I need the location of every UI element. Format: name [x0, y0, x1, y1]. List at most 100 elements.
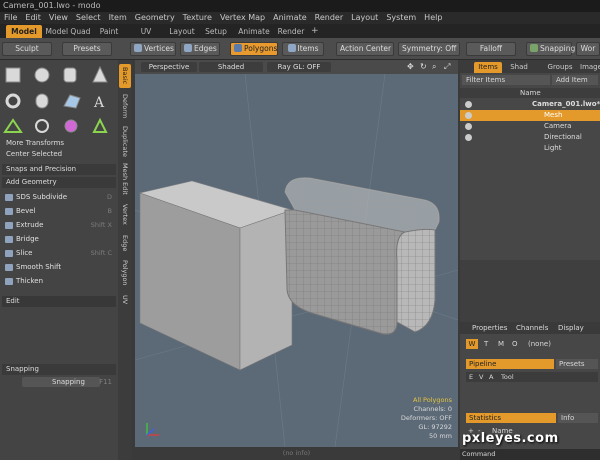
vtab-edge[interactable]: Edge: [119, 232, 131, 254]
snapping-button[interactable]: Snapping: [22, 377, 100, 387]
workplane-button[interactable]: Wor: [576, 42, 600, 56]
t-button[interactable]: T: [484, 339, 488, 349]
info-tab[interactable]: Info: [558, 413, 598, 423]
sculpt-button[interactable]: Sculpt: [2, 42, 52, 56]
filter-items-dropdown[interactable]: Filter Items: [462, 75, 550, 85]
tab-shader[interactable]: Shad: [506, 62, 532, 73]
tool-bridge[interactable]: Bridge: [2, 233, 116, 246]
tab-items[interactable]: Items: [474, 62, 502, 73]
items-mode-button[interactable]: Items: [282, 42, 324, 56]
viewport-header: Perspective Shaded Ray GL: OFF ✥ ↻ ⌕ ⤢: [135, 60, 458, 74]
tab-layout[interactable]: Layout: [168, 25, 196, 38]
menu-system[interactable]: System: [382, 12, 420, 24]
visibility-eye-icon[interactable]: [465, 134, 472, 141]
shading-mode-dropdown[interactable]: Shaded: [199, 62, 263, 72]
tab-animate[interactable]: Animate: [238, 25, 270, 38]
m-button[interactable]: M: [498, 339, 504, 349]
watermark: pxleyes.com: [462, 431, 559, 446]
snaps-precision-header[interactable]: Snaps and Precision: [2, 164, 116, 175]
tool-bevel[interactable]: Bevel B: [2, 205, 116, 218]
edit-dropdown[interactable]: Edit: [2, 296, 116, 307]
tool-sds-subdivide[interactable]: SDS Subdivide D: [2, 191, 116, 204]
list-item[interactable]: Mesh: [460, 110, 600, 121]
w-button[interactable]: W: [466, 339, 478, 349]
tab-render[interactable]: Render: [276, 25, 306, 38]
tab-groups[interactable]: Groups: [546, 62, 574, 73]
transform-icon: [92, 117, 108, 133]
tab-images[interactable]: Images: [580, 62, 600, 73]
vertices-mode-button[interactable]: Vertices: [130, 42, 176, 56]
presets-tab[interactable]: Presets: [556, 359, 598, 369]
properties-tab-bar: Properties Channels Display: [460, 322, 600, 334]
list-item[interactable]: Camera_001.lwo*: [460, 99, 600, 110]
tab-paint[interactable]: Paint: [96, 25, 122, 38]
o-button[interactable]: O: [512, 339, 518, 349]
menu-item[interactable]: Item: [105, 12, 131, 24]
list-item[interactable]: Directional Light: [460, 132, 600, 152]
statistics-tab[interactable]: Statistics: [466, 413, 556, 423]
menu-geometry[interactable]: Geometry: [131, 12, 179, 24]
axis-gizmo-icon: [146, 423, 159, 436]
raygl-toggle[interactable]: Ray GL: OFF: [267, 62, 331, 72]
menu-animate[interactable]: Animate: [269, 12, 311, 24]
zoom-icon[interactable]: ⌕: [432, 62, 436, 72]
vtab-vertex[interactable]: Vertex: [119, 200, 131, 228]
tab-model[interactable]: Model: [6, 25, 42, 38]
tool-slice[interactable]: Slice Shift C: [2, 247, 116, 260]
vtab-duplicate[interactable]: Duplicate: [119, 124, 131, 158]
tab-setup[interactable]: Setup: [204, 25, 228, 38]
vtab-deform[interactable]: Deform: [119, 92, 131, 120]
menu-vertex-map[interactable]: Vertex Map: [216, 12, 269, 24]
tab-properties[interactable]: Properties: [472, 322, 507, 334]
menu-help[interactable]: Help: [420, 12, 446, 24]
tab-model-quad[interactable]: Model Quad: [44, 25, 92, 38]
more-transforms-dropdown[interactable]: More Transforms: [2, 138, 116, 149]
visibility-eye-icon[interactable]: [465, 123, 472, 130]
add-tab-button[interactable]: +: [311, 25, 319, 38]
add-geometry-header[interactable]: Add Geometry: [2, 177, 116, 188]
visibility-eye-icon[interactable]: [465, 101, 472, 108]
visibility-eye-icon[interactable]: [465, 112, 472, 119]
presets-button[interactable]: Presets: [62, 42, 112, 56]
menu-edit[interactable]: Edit: [21, 12, 45, 24]
tab-display[interactable]: Display: [558, 322, 584, 334]
orbit-icon[interactable]: ↻: [420, 62, 427, 71]
tab-channels[interactable]: Channels: [516, 322, 548, 334]
menu-view[interactable]: View: [45, 12, 72, 24]
pipeline-tab[interactable]: Pipeline: [466, 359, 554, 369]
perspective-view-dropdown[interactable]: Perspective: [141, 62, 197, 72]
snapping-section-header[interactable]: Snapping: [2, 364, 116, 375]
sphere-icon: [34, 67, 50, 83]
tool-smooth-shift[interactable]: Smooth Shift: [2, 261, 116, 274]
symmetry-dropdown[interactable]: Symmetry: Off: [398, 42, 460, 56]
name-column-header[interactable]: Name: [520, 88, 541, 98]
action-center-dropdown[interactable]: Action Center: [336, 42, 394, 56]
left-tool-panel: A More Transforms Center Selected Snaps …: [0, 60, 118, 460]
menu-file[interactable]: File: [0, 12, 21, 24]
center-selected-dropdown[interactable]: Center Selected: [2, 149, 116, 160]
tool-extrude[interactable]: Extrude Shift X: [2, 219, 116, 232]
pan-icon[interactable]: ✥: [407, 62, 414, 71]
falloff-dropdown[interactable]: Falloff: [466, 42, 516, 56]
maximize-icon[interactable]: ⤢: [444, 62, 450, 72]
vtab-uv[interactable]: UV: [119, 292, 131, 308]
3d-viewport[interactable]: [135, 60, 458, 447]
snapping-tool-row[interactable]: Snapping F11: [2, 377, 116, 388]
vtab-mesh-edit[interactable]: Mesh Edit: [119, 162, 131, 196]
tool-thicken[interactable]: Thicken: [2, 275, 116, 288]
vtab-basic[interactable]: Basic: [119, 64, 131, 88]
snapping-toggle[interactable]: Snapping: [526, 42, 575, 56]
command-bar[interactable]: Command: [460, 449, 600, 460]
tab-uv[interactable]: UV: [138, 25, 154, 38]
list-item[interactable]: Camera: [460, 121, 600, 132]
menu-layout[interactable]: Layout: [347, 12, 382, 24]
vtab-polygon[interactable]: Polygon: [119, 258, 131, 288]
menu-select[interactable]: Select: [72, 12, 105, 24]
bevel-icon: [5, 208, 13, 215]
menu-render[interactable]: Render: [311, 12, 347, 24]
add-item-button[interactable]: Add Item: [552, 75, 598, 85]
menu-texture[interactable]: Texture: [179, 12, 216, 24]
none-label: (none): [528, 340, 551, 348]
polygons-mode-button[interactable]: Polygons: [230, 42, 278, 56]
edges-mode-button[interactable]: Edges: [180, 42, 220, 56]
